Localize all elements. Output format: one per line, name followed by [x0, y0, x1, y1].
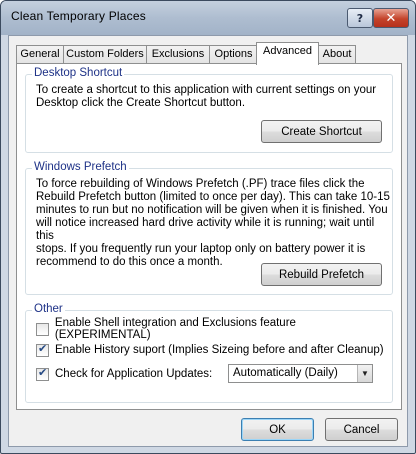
tab-label: About [322, 48, 352, 60]
description-line: Desktop click the Create Shortcut button… [36, 97, 246, 109]
checkbox[interactable] [36, 322, 49, 336]
tab-custom-folders[interactable]: Custom Folders [63, 45, 147, 64]
description-line: stops. If you frequently run your laptop… [36, 243, 366, 255]
tab-label: Options [214, 48, 253, 60]
button-label: Cancel [343, 423, 380, 436]
tab-label: Exclusions [151, 48, 205, 60]
tab-label: Advanced [263, 45, 312, 57]
update-frequency-dropdown[interactable]: Automatically (Daily) ▼ [228, 364, 373, 383]
description-line: Rebuild Prefetch button (limited to once… [36, 191, 390, 203]
description-line: minutes to run but no notification will … [36, 204, 388, 216]
windows-prefetch-group: Windows Prefetch To force rebuilding of … [25, 161, 393, 295]
tab-exclusions[interactable]: Exclusions [146, 45, 210, 64]
checkbox-checked[interactable] [36, 342, 49, 357]
tab-label: Custom Folders [66, 48, 144, 60]
description-line: To force rebuilding of Windows Prefetch … [36, 178, 365, 190]
group-title: Desktop Shortcut [32, 67, 125, 79]
cancel-button[interactable]: Cancel [325, 418, 398, 441]
group-title: Windows Prefetch [32, 161, 129, 173]
tab-general[interactable]: General [16, 45, 64, 64]
tab-strip: General Custom Folders Exclusions Option… [16, 42, 402, 65]
tab-about[interactable]: About [318, 45, 356, 64]
window-title: Clean Temporary Places [11, 9, 146, 23]
rebuild-prefetch-button[interactable]: Rebuild Prefetch [261, 263, 382, 286]
dialog-client: General Custom Folders Exclusions Option… [8, 35, 408, 447]
advanced-tab-panel: Desktop Shortcut To create a shortcut to… [16, 63, 402, 410]
history-support-option[interactable]: Enable History suport (Implies Sizeing b… [36, 342, 384, 358]
checkbox-checked[interactable] [36, 366, 49, 381]
ok-button[interactable]: OK [241, 418, 314, 441]
check-updates-option[interactable]: Check for Application Updates: [36, 366, 212, 382]
checkbox-label: Enable History suport (Implies Sizeing b… [55, 344, 384, 356]
chevron-down-icon[interactable]: ▼ [357, 365, 372, 382]
tab-label: General [20, 48, 60, 60]
desktop-shortcut-description: To create a shortcut to this application… [36, 84, 376, 110]
checkbox-label: Enable Shell integration and Exclusions … [54, 317, 296, 341]
tab-options[interactable]: Options [209, 45, 258, 64]
desktop-shortcut-group: Desktop Shortcut To create a shortcut to… [25, 67, 393, 153]
help-button[interactable]: ? [347, 8, 373, 28]
close-icon: ✕ [385, 10, 397, 26]
tab-advanced[interactable]: Advanced [256, 42, 319, 65]
create-shortcut-button[interactable]: Create Shortcut [261, 120, 382, 143]
button-label: Rebuild Prefetch [278, 268, 365, 281]
shell-integration-option[interactable]: Enable Shell integration and Exclusions … [36, 317, 392, 341]
checkbox-label: Check for Application Updates: [55, 368, 213, 380]
dialog-window: Clean Temporary Places ? ✕ General Custo… [0, 0, 416, 454]
button-label: Create Shortcut [281, 125, 362, 138]
close-button[interactable]: ✕ [373, 8, 409, 28]
group-title: Other [32, 303, 65, 315]
dropdown-value: Automatically (Daily) [233, 367, 338, 379]
dialog-footer: OK Cancel [9, 413, 407, 447]
button-label: OK [269, 423, 286, 436]
description-line: will notice increased hard drive activit… [36, 217, 375, 242]
help-icon: ? [356, 11, 364, 25]
other-group: Other Enable Shell integration and Exclu… [25, 303, 393, 403]
description-line: To create a shortcut to this application… [36, 84, 377, 96]
prefetch-description: To force rebuilding of Windows Prefetch … [36, 178, 392, 269]
title-bar[interactable]: Clean Temporary Places ? ✕ [1, 1, 415, 35]
